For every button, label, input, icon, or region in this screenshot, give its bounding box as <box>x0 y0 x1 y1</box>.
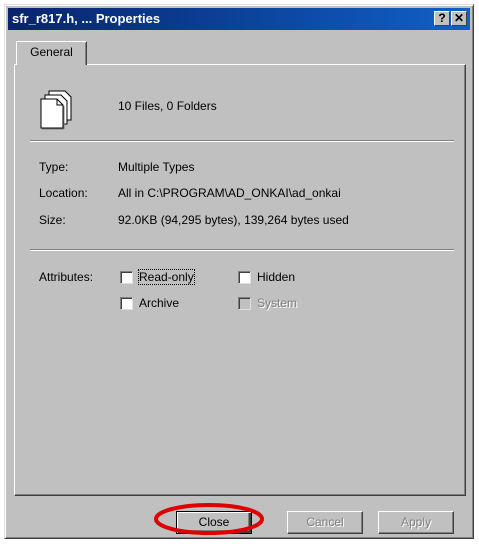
location-value: All in C:\PROGRAM\AD_ONKAI\ad_onkai <box>118 186 341 200</box>
attributes-label: Attributes: <box>39 270 94 284</box>
system-label: System <box>257 296 298 310</box>
tab-general-label: General <box>30 45 73 59</box>
separator <box>30 249 454 251</box>
separator <box>30 140 454 142</box>
read-only-checkbox[interactable] <box>120 271 133 284</box>
apply-button[interactable]: Apply <box>378 511 454 534</box>
close-button[interactable]: Close <box>176 511 252 534</box>
size-value: 92.0KB (94,295 bytes), 139,264 bytes use… <box>118 213 349 227</box>
hidden-label[interactable]: Hidden <box>257 270 295 284</box>
window-title: sfr_r817.h, ... Properties <box>12 11 161 26</box>
size-label: Size: <box>39 213 66 227</box>
type-label: Type: <box>39 160 69 174</box>
title-bar[interactable]: sfr_r817.h, ... Properties ? ✕ <box>8 8 470 30</box>
archive-label[interactable]: Archive <box>139 296 179 310</box>
system-checkbox <box>238 297 251 310</box>
archive-checkbox[interactable] <box>120 297 133 310</box>
hidden-checkbox[interactable] <box>238 271 251 284</box>
summary-text: 10 Files, 0 Folders <box>118 99 217 113</box>
read-only-label[interactable]: Read-only <box>138 269 195 285</box>
location-label: Location: <box>39 186 88 200</box>
properties-dialog: sfr_r817.h, ... Properties ? ✕ General 1… <box>4 4 474 539</box>
help-button[interactable]: ? <box>434 11 450 26</box>
type-value: Multiple Types <box>118 160 195 174</box>
cancel-button[interactable]: Cancel <box>287 511 363 534</box>
tab-general[interactable]: General <box>16 41 87 65</box>
multiple-files-icon <box>40 90 72 130</box>
close-window-button[interactable]: ✕ <box>451 11 467 26</box>
